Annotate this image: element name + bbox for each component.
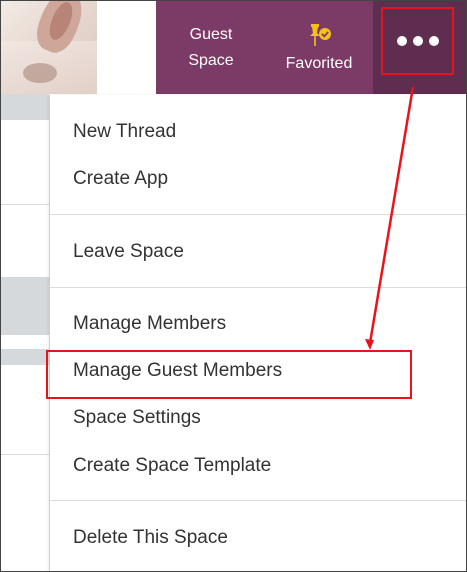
more-horizontal-icon: [381, 7, 454, 75]
background-list: [1, 94, 49, 571]
guest-space-label-line2: Space: [188, 51, 234, 69]
menu-divider: [50, 214, 466, 215]
guest-space-button[interactable]: Guest Space: [156, 1, 266, 94]
menu-item-delete-space[interactable]: Delete This Space: [73, 523, 228, 553]
pin-check-icon: [310, 23, 331, 46]
more-options-menu: New Thread Create App Leave Space Manage…: [49, 95, 466, 571]
space-header: Guest Space Favorited: [1, 1, 466, 94]
menu-item-space-settings[interactable]: Space Settings: [73, 403, 201, 433]
menu-divider: [50, 500, 466, 501]
more-options-button[interactable]: [373, 1, 466, 94]
menu-item-create-app[interactable]: Create App: [73, 164, 168, 194]
favorited-button[interactable]: Favorited: [269, 1, 369, 94]
menu-item-new-thread[interactable]: New Thread: [73, 117, 176, 147]
menu-item-manage-members[interactable]: Manage Members: [73, 309, 226, 339]
menu-item-leave-space[interactable]: Leave Space: [73, 237, 184, 267]
space-cover-image: [1, 1, 97, 94]
favorited-label: Favorited: [285, 54, 353, 72]
menu-item-create-space-template[interactable]: Create Space Template: [73, 451, 271, 481]
highlight-box: [46, 350, 412, 399]
menu-divider: [50, 287, 466, 288]
guest-space-label-line1: Guest: [189, 25, 233, 43]
screenshot-frame: Guest Space Favorited New Thread Create …: [0, 0, 467, 572]
